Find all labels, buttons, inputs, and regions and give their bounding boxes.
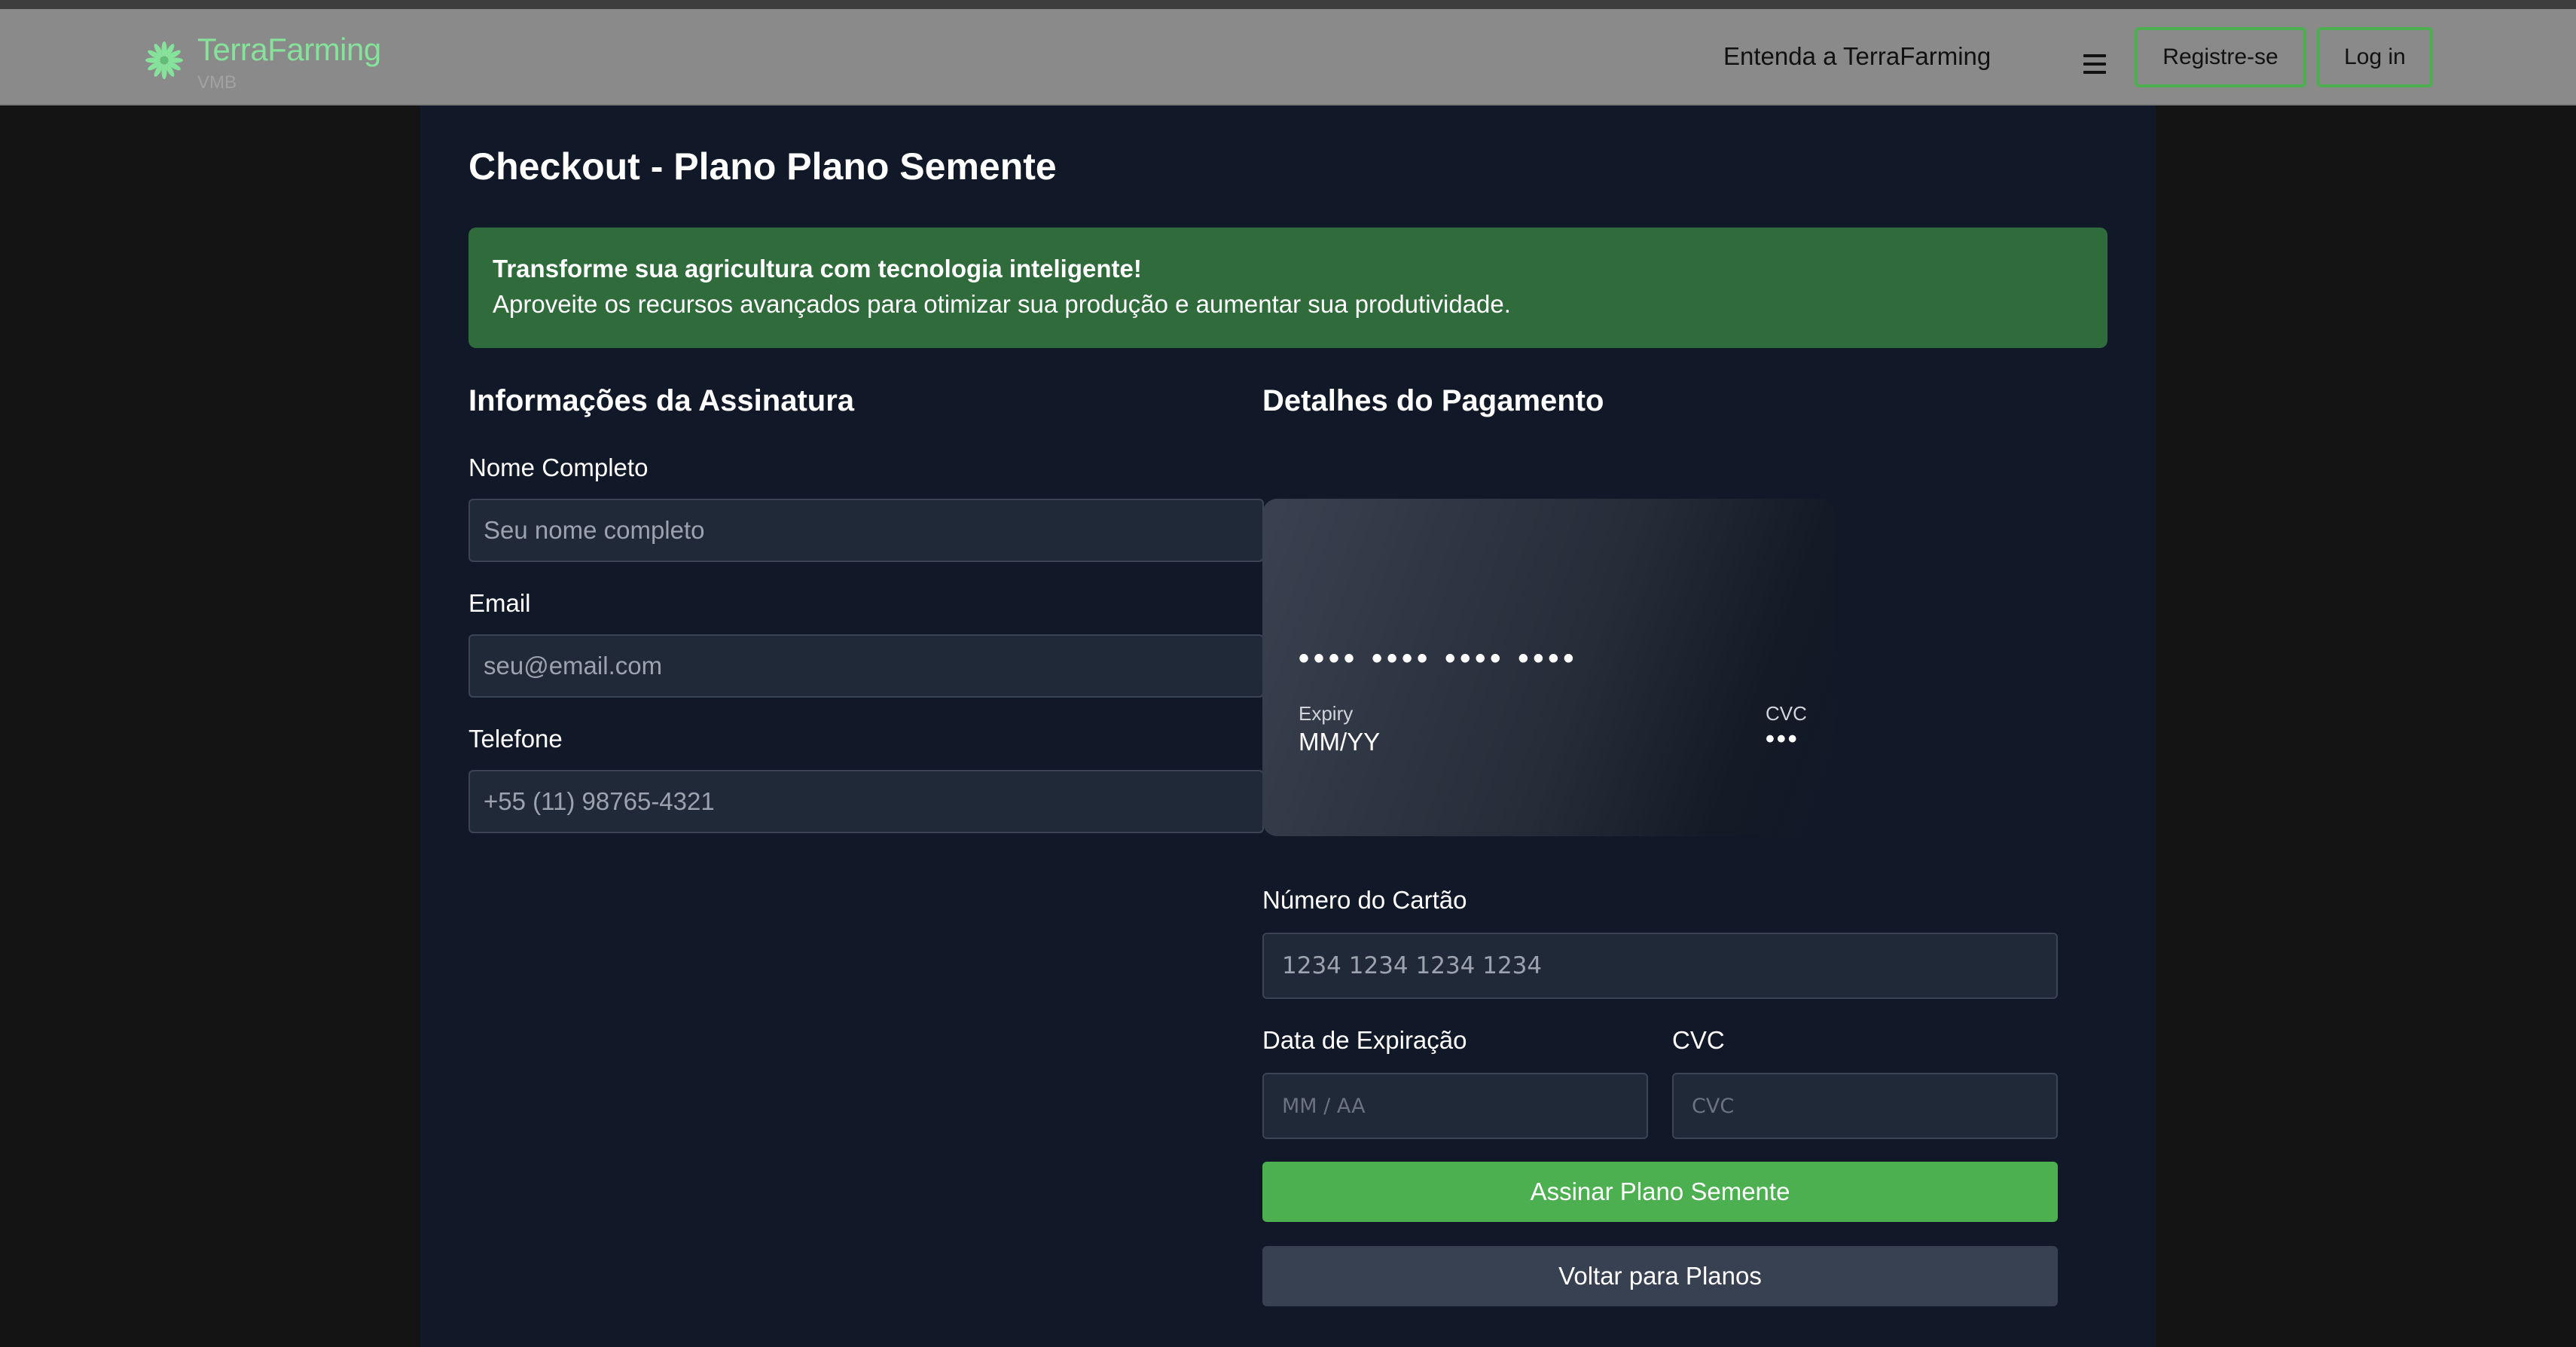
email-placeholder: seu@email.com	[484, 652, 663, 680]
banner-text: Aproveite os recursos avançados para oti…	[493, 290, 1511, 318]
brand-subtitle: VMB	[197, 72, 237, 93]
window-frame-top	[0, 0, 2576, 9]
subscribe-button[interactable]: Assinar Plano Semente	[1262, 1162, 2058, 1222]
cvc-placeholder: CVC	[1692, 1094, 1735, 1118]
nav-link-about[interactable]: Entenda a TerraFarming	[1723, 42, 1991, 71]
phone-placeholder: +55 (11) 98765-4321	[484, 787, 715, 815]
login-button[interactable]: Log in	[2317, 27, 2433, 87]
register-button[interactable]: Registre-se	[2135, 27, 2306, 87]
checkout-container: Checkout - Plano Plano Semente Transform…	[420, 105, 2156, 1347]
card-preview-expiry-value: MM/YY	[1299, 728, 1381, 756]
subscription-section-title: Informações da Assinatura	[469, 384, 855, 417]
navbar: TerraFarming VMB Entenda a TerraFarming …	[0, 9, 2576, 105]
banner-title: Transforme sua agricultura com tecnologi…	[493, 255, 1142, 283]
credit-card-preview: •••• •••• •••• •••• Expiry MM/YY CVC •••	[1262, 499, 1835, 836]
card-preview-cvc-label: CVC	[1766, 702, 1807, 725]
expiry-placeholder: MM / AA	[1282, 1094, 1366, 1118]
card-preview-number: •••• •••• •••• ••••	[1299, 642, 1579, 675]
promo-banner: Transforme sua agricultura com tecnologi…	[469, 228, 2107, 348]
card-number-input[interactable]: 1234 1234 1234 1234	[1262, 933, 2058, 999]
card-preview-expiry-label: Expiry	[1299, 702, 1354, 725]
back-to-plans-button[interactable]: Voltar para Planos	[1262, 1246, 2058, 1306]
hamburger-menu-icon[interactable]	[2083, 54, 2106, 74]
email-input[interactable]: seu@email.com	[469, 634, 1264, 698]
expiry-label: Data de Expiração	[1262, 1026, 1467, 1054]
phone-input[interactable]: +55 (11) 98765-4321	[469, 770, 1264, 833]
card-number-placeholder: 1234 1234 1234 1234	[1282, 952, 1543, 979]
card-number-label: Número do Cartão	[1262, 886, 1467, 914]
brand-name[interactable]: TerraFarming	[197, 32, 381, 68]
phone-label: Telefone	[469, 725, 563, 753]
payment-section-title: Detalhes do Pagamento	[1262, 384, 1604, 417]
expiry-input[interactable]: MM / AA	[1262, 1073, 1648, 1139]
email-label: Email	[469, 589, 531, 617]
cvc-input[interactable]: CVC	[1672, 1073, 2058, 1139]
sunburst-leaf-icon[interactable]	[143, 39, 185, 81]
card-preview-cvc-value: •••	[1766, 725, 1799, 753]
name-label: Nome Completo	[469, 454, 649, 481]
full-name-placeholder: Seu nome completo	[484, 516, 705, 544]
page-title: Checkout - Plano Plano Semente	[469, 145, 1057, 188]
cvc-label: CVC	[1672, 1026, 1725, 1054]
full-name-input[interactable]: Seu nome completo	[469, 499, 1264, 562]
